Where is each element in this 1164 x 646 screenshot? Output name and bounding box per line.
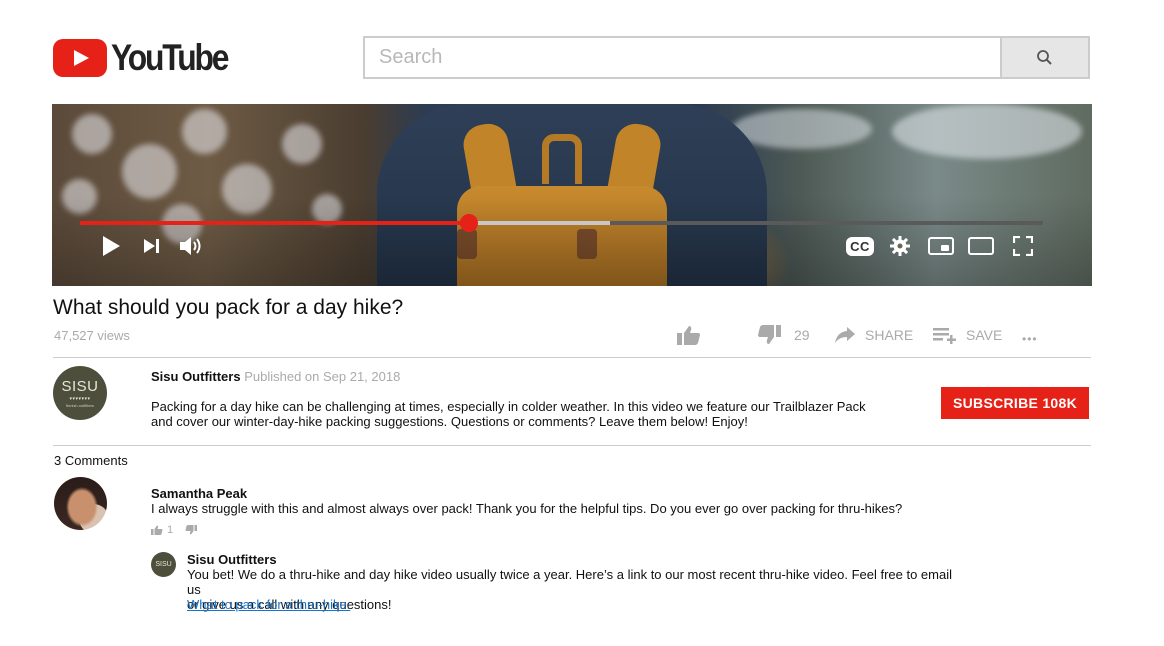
- comment-like-button[interactable]: 1: [151, 524, 173, 536]
- captions-button[interactable]: CC: [845, 235, 875, 257]
- comment-author[interactable]: Samantha Peak: [151, 486, 247, 501]
- search-icon: [1037, 49, 1052, 65]
- progress-played: [80, 221, 470, 225]
- captions-icon: CC: [846, 236, 874, 256]
- dislike-button[interactable]: 29: [757, 322, 810, 348]
- bokeh: [282, 124, 322, 164]
- channel-avatar-subtitle: finnish outfitters: [65, 402, 94, 408]
- search-input[interactable]: [363, 36, 1000, 79]
- save-label: SAVE: [966, 327, 1003, 343]
- play-icon: [103, 236, 120, 256]
- subscribe-button[interactable]: SUBSCRIBE 108K: [941, 387, 1089, 419]
- comments-count: 3 Comments: [54, 453, 128, 468]
- search-button[interactable]: [1000, 36, 1090, 79]
- gear-icon: [890, 236, 910, 256]
- theater-mode-icon: [968, 237, 994, 255]
- more-actions-button[interactable]: •••: [1022, 326, 1038, 352]
- next-button[interactable]: [142, 235, 162, 257]
- video-description: Packing for a day hike can be challengin…: [151, 399, 871, 429]
- share-icon: [835, 327, 855, 343]
- settings-button[interactable]: [889, 235, 911, 257]
- channel-info: Sisu Outfitters Published on Sep 21, 201…: [151, 369, 400, 384]
- bokeh: [892, 104, 1082, 159]
- description-line: Packing for a day hike can be challengin…: [151, 399, 866, 414]
- theater-mode-button[interactable]: [968, 235, 994, 257]
- progress-bar[interactable]: [80, 214, 1043, 232]
- thumbs-up-icon: [151, 525, 163, 535]
- comment-actions: 1: [151, 524, 198, 536]
- view-count: 47,527 views: [54, 328, 130, 343]
- miniplayer-icon: [928, 237, 954, 255]
- thumbs-down-icon: [185, 525, 198, 535]
- reply-video-link[interactable]: What to pack for a thru-hike.: [187, 597, 350, 612]
- bokeh: [732, 109, 872, 149]
- channel-avatar[interactable]: SISU ▾▾▾▾▾▾▾ finnish outfitters: [53, 366, 107, 420]
- bokeh: [122, 144, 177, 199]
- comment-dislike-button[interactable]: [185, 525, 198, 535]
- play-button[interactable]: [100, 235, 122, 257]
- add-to-playlist-icon: [933, 328, 956, 344]
- channel-avatar-stars: ▾▾▾▾▾▾▾: [69, 395, 91, 402]
- like-button[interactable]: [677, 322, 701, 348]
- commenter-avatar[interactable]: [54, 477, 107, 530]
- logo-text: YouTube: [111, 37, 229, 78]
- search-bar: [363, 36, 1090, 79]
- miniplayer-button[interactable]: [928, 235, 954, 257]
- save-button[interactable]: SAVE: [933, 322, 1002, 348]
- channel-avatar-text: SISU: [61, 377, 99, 395]
- fullscreen-button[interactable]: [1012, 235, 1034, 257]
- publish-date: Published on Sep 21, 2018: [244, 369, 401, 384]
- reply-avatar[interactable]: SISU: [151, 552, 176, 577]
- video-title: What should you pack for a day hike?: [53, 296, 404, 319]
- comment-like-count: 1: [167, 524, 174, 536]
- backpack-handle: [542, 134, 582, 184]
- progress-scrubber-handle[interactable]: [460, 214, 479, 232]
- thumbs-down-icon: [758, 325, 781, 344]
- dislike-count: 29: [794, 327, 810, 343]
- youtube-play-logo-icon: [53, 39, 107, 77]
- bokeh: [72, 114, 112, 154]
- reply-author[interactable]: Sisu Outfitters: [187, 552, 277, 567]
- volume-icon: [180, 237, 201, 255]
- next-icon: [144, 239, 159, 253]
- description-line: and cover our winter-day-hike packing su…: [151, 414, 748, 429]
- share-button[interactable]: SHARE: [835, 322, 913, 348]
- share-label: SHARE: [865, 327, 914, 343]
- bokeh: [182, 109, 227, 154]
- comment-text: I always struggle with this and almost a…: [151, 501, 903, 516]
- thumbs-up-icon: [677, 326, 700, 345]
- fullscreen-icon: [1013, 236, 1033, 256]
- divider: [53, 357, 1091, 358]
- youtube-logo[interactable]: YouTube: [53, 38, 246, 78]
- reply-text-line: You bet! We do a thru-hike and day hike …: [187, 567, 953, 597]
- channel-name[interactable]: Sisu Outfitters: [151, 369, 241, 384]
- more-icon: •••: [1022, 332, 1038, 346]
- video-player[interactable]: CC: [52, 104, 1092, 286]
- volume-button[interactable]: [180, 235, 204, 257]
- divider: [53, 445, 1091, 446]
